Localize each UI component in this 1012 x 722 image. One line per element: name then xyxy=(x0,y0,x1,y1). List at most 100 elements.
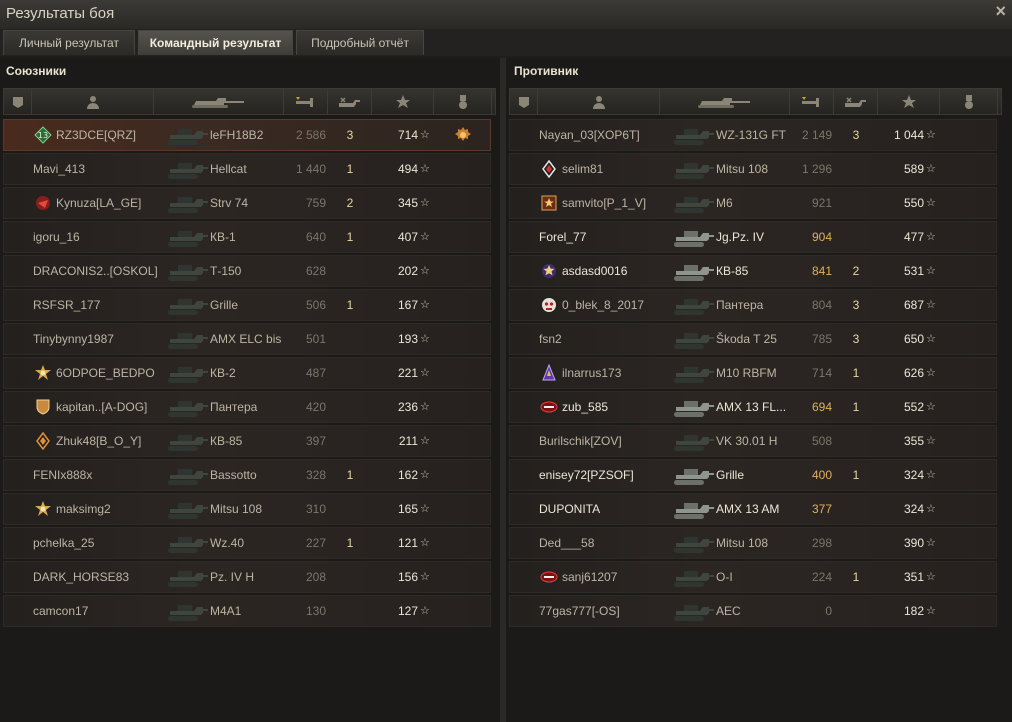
frags-value: 2 xyxy=(346,196,354,210)
frags-value xyxy=(340,392,360,422)
player-row[interactable]: Forel_77 Jg.Pz. IV 904 477 ☆ xyxy=(509,221,997,253)
player-row[interactable]: DRACONIS2..[OSKOL] Т-150 628 202 ☆ xyxy=(3,255,491,287)
tank-icon xyxy=(670,327,714,351)
player-name: Mavi_413 xyxy=(33,162,86,176)
vehicle-name: Škoda T 25 xyxy=(716,332,777,346)
player-row[interactable]: 0_blek_8_2017 Пантера 804 3 687 ☆ xyxy=(509,289,997,321)
player-row[interactable]: fsn2 Škoda T 25 785 3 650 ☆ xyxy=(509,323,997,355)
player-row[interactable]: enisey72[PZSOF] Grille 400 1 324 ☆ xyxy=(509,459,997,491)
player-row[interactable]: DUPONITA AMX 13 AM 377 324 ☆ xyxy=(509,493,997,525)
player-row[interactable]: Tinybynny1987 AMX ELC bis 501 193 ☆ xyxy=(3,323,491,355)
player-row[interactable]: ilnarrus173 M10 RBFM 714 1 626 ☆ xyxy=(509,357,997,389)
damage-value: 477 xyxy=(903,230,924,244)
player-name: FENIx888x xyxy=(33,468,93,482)
tab-detailed-report[interactable]: Подробный отчёт xyxy=(296,30,424,55)
tank-icon xyxy=(164,531,208,555)
platoon-icon xyxy=(13,97,23,108)
star-icon: ☆ xyxy=(420,469,430,481)
star-icon: ☆ xyxy=(926,435,936,447)
player-row[interactable]: FENIx888x Bassotto 328 1 162 ☆ xyxy=(3,459,491,491)
allies-title: Союзники xyxy=(6,64,67,78)
player-row[interactable]: Mavi_413 Hellcat 1 440 1 494 ☆ xyxy=(3,153,491,185)
window-title: Результаты боя xyxy=(6,5,115,22)
player-icon-column-header[interactable] xyxy=(538,89,660,114)
player-row[interactable]: pchelka_25 Wz.40 227 1 121 ☆ xyxy=(3,527,491,559)
star-icon: ☆ xyxy=(926,231,936,243)
damage-value: 236 xyxy=(397,400,418,414)
damage-value: 324 xyxy=(903,468,924,482)
xp-value: 804 xyxy=(811,298,832,312)
player-row[interactable]: Zhuk48[B_O_Y] КВ-85 397 211 ☆ xyxy=(3,425,491,457)
vehicle-icon-column-header[interactable] xyxy=(660,89,790,114)
player-name: Kynuza[LA_GE] xyxy=(56,196,142,210)
platoon-icon-column-header[interactable] xyxy=(4,89,32,114)
vehicle-name: Mitsu 108 xyxy=(716,162,769,176)
tank-icon xyxy=(164,293,208,317)
damage-icon-column-header[interactable] xyxy=(878,89,940,114)
frags-icon-column-header[interactable] xyxy=(328,89,372,114)
player-row[interactable]: Nayan_03[XOP6T] WZ-131G FT 2 149 3 1 044 ☆ xyxy=(509,119,997,151)
player-row[interactable]: kapitan..[A-DOG] Пантера 420 236 ☆ xyxy=(3,391,491,423)
xp-value: 714 xyxy=(811,366,832,380)
player-row[interactable]: sanj61207 O-I 224 1 351 ☆ xyxy=(509,561,997,593)
frags-value xyxy=(846,154,866,184)
player-row[interactable]: Kynuza[LA_GE] Strv 74 759 2 345 ☆ xyxy=(3,187,491,219)
damage-value: 355 xyxy=(903,434,924,448)
vehicle-icon xyxy=(698,98,750,108)
frags-value xyxy=(846,222,866,252)
player-row[interactable]: RSFSR_177 Grille 506 1 167 ☆ xyxy=(3,289,491,321)
tank-icon xyxy=(164,123,208,147)
player-row[interactable]: samvito[P_1_V] M6 921 550 ☆ xyxy=(509,187,997,219)
xp-icon-column-header[interactable] xyxy=(284,89,328,114)
player-row[interactable]: zub_585 AMX 13 FL... 694 1 552 ☆ xyxy=(509,391,997,423)
player-name: maksimg2 xyxy=(56,502,111,516)
tank-icon xyxy=(164,191,208,215)
frags-value xyxy=(846,494,866,524)
tab-team-result[interactable]: Командный результат xyxy=(138,30,293,55)
damage-value: 589 xyxy=(903,162,924,176)
vehicle-name: AMX 13 FL... xyxy=(716,400,787,414)
allies-panel: Союзники 13 RZ3DCE[QRZ] leFH18B2 2 586 3 714 ☆… xyxy=(0,58,500,722)
tank-icon xyxy=(164,259,208,283)
tank-icon xyxy=(670,395,714,419)
player-name: fsn2 xyxy=(539,332,562,346)
player-icon-column-header[interactable] xyxy=(32,89,154,114)
star-icon: ☆ xyxy=(926,605,936,617)
damage-value: 351 xyxy=(903,570,924,584)
player-row[interactable]: DARK_HORSE83 Pz. IV H 208 156 ☆ xyxy=(3,561,491,593)
tank-icon xyxy=(164,429,208,453)
frags-value xyxy=(846,596,866,626)
damage-value: 345 xyxy=(397,196,418,210)
frags-icon-column-header[interactable] xyxy=(834,89,878,114)
close-icon[interactable]: × xyxy=(995,1,1006,22)
damage-value: 626 xyxy=(903,366,924,380)
player-row[interactable]: 6ODPOE_BEDPO КВ-2 487 221 ☆ xyxy=(3,357,491,389)
tab-personal-result[interactable]: Личный результат xyxy=(3,30,135,55)
star-icon: ☆ xyxy=(420,163,430,175)
tank-icon xyxy=(164,157,208,181)
frags-value: 3 xyxy=(852,332,860,346)
player-row[interactable]: camcon17 M4A1 130 127 ☆ xyxy=(3,595,491,627)
xp-icon-column-header[interactable] xyxy=(790,89,834,114)
tank-icon xyxy=(164,497,208,521)
vehicle-name: O-I xyxy=(716,570,733,584)
player-row[interactable]: maksimg2 Mitsu 108 310 165 ☆ xyxy=(3,493,491,525)
star-icon: ☆ xyxy=(926,469,936,481)
medal-icon-column-header[interactable] xyxy=(434,89,492,114)
player-row[interactable]: asdasd0016 КВ-85 841 2 531 ☆ xyxy=(509,255,997,287)
vehicle-name: Hellcat xyxy=(210,162,247,176)
medal-icon-column-header[interactable] xyxy=(940,89,998,114)
vehicle-icon-column-header[interactable] xyxy=(154,89,284,114)
player-row[interactable]: Ded___58 Mitsu 108 298 390 ☆ xyxy=(509,527,997,559)
damage-icon-column-header[interactable] xyxy=(372,89,434,114)
player-row[interactable]: 13 RZ3DCE[QRZ] leFH18B2 2 586 3 714 ☆ xyxy=(3,119,491,151)
player-name: kapitan..[A-DOG] xyxy=(56,400,148,414)
player-row[interactable]: Burilschik[ZOV] VK 30.01 H 508 355 ☆ xyxy=(509,425,997,457)
player-row[interactable]: 77gas777[-OS] AEC 0 182 ☆ xyxy=(509,595,997,627)
enemies-panel: Противник Nayan_03[XOP6T] WZ-131G FT 2 149… xyxy=(506,58,1012,722)
player-row[interactable]: selim81 Mitsu 108 1 296 589 ☆ xyxy=(509,153,997,185)
player-row[interactable]: igoru_16 КВ-1 640 1 407 ☆ xyxy=(3,221,491,253)
vehicle-name: КВ-85 xyxy=(716,264,749,278)
platoon-icon-column-header[interactable] xyxy=(510,89,538,114)
damage-value: 156 xyxy=(397,570,418,584)
